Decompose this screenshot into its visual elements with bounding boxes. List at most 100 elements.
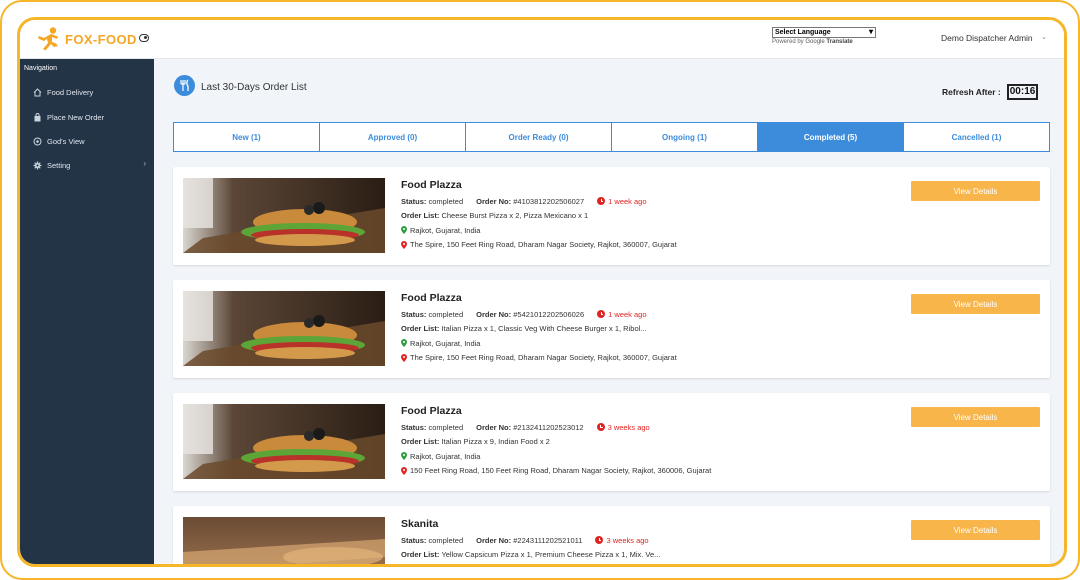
brand-logo[interactable]: FOX-FOOD [34, 26, 137, 52]
restaurant-name: Food Plazza [401, 292, 462, 304]
order-list: Order List: Yellow Capsicum Pizza x 1, P… [401, 548, 660, 563]
sidebar: Navigation Food Delivery Place New Order… [20, 59, 154, 564]
time-ago: 1 week ago [597, 309, 647, 319]
order-meta: Status: completed Order No: #22431112025… [401, 533, 660, 548]
order-meta: Status: completed Order No: #41038122025… [401, 194, 677, 209]
food-image [183, 517, 385, 564]
order-no-value: #4103812202506027 [513, 196, 585, 206]
time-ago: 1 week ago [597, 196, 647, 206]
translate-link[interactable]: Translate [826, 39, 852, 45]
order-no-label: Order No: [476, 535, 512, 545]
status-label: Status: [401, 196, 427, 206]
time-ago-value: 1 week ago [608, 196, 647, 206]
tab-approved[interactable]: Approved (0) [320, 123, 466, 151]
device-frame: FOX-FOOD Select Language Powered by Goog… [0, 0, 1080, 580]
eye-icon [33, 137, 42, 146]
dropoff-address: The Spire, 150 Feet Ring Road, Dharam Na… [410, 240, 677, 250]
view-details-button[interactable]: View Details [911, 520, 1040, 540]
time-ago-value: 3 weeks ago [606, 535, 649, 545]
time-ago: 3 weeks ago [596, 423, 650, 432]
clock-icon [596, 423, 605, 432]
status-label: Status: [401, 309, 427, 319]
refresh-countdown: Refresh After : 00:16 [942, 84, 1039, 100]
pickup-address: Rajkot, Gujarat, India [410, 451, 481, 461]
bag-icon [33, 112, 42, 122]
order-info: Food Plazza Status: completed Order No: … [401, 179, 677, 252]
order-info: Food Plazza Status: completed Order No: … [401, 292, 677, 365]
order-info: Food Plazza Status: completed Order No: … [401, 405, 711, 478]
tab-cancelled[interactable]: Cancelled (1) [904, 123, 1049, 151]
sidebar-item-place-new-order[interactable]: Place New Order [20, 107, 154, 127]
user-menu[interactable]: Demo Dispatcher Admin [941, 33, 1033, 43]
page-title: Last 30-Days Order List [201, 82, 307, 93]
status-label: Status: [401, 422, 427, 432]
sidebar-item-label: Place New Order [47, 112, 105, 122]
pickup-address: Rajkot, Gujarat, India [410, 338, 481, 348]
clock-icon [597, 310, 606, 319]
order-list-value: Italian Pizza x 1, Classic Veg With Chee… [441, 324, 647, 334]
red-pin-icon [401, 353, 407, 362]
tab-new[interactable]: New (1) [174, 123, 320, 151]
tab-ongoing[interactable]: Ongoing (1) [612, 123, 758, 151]
order-card: Food Plazza Status: completed Order No: … [173, 393, 1050, 491]
sidebar-item-label: Food Delivery [47, 87, 94, 97]
order-list-label: Order List: [401, 211, 440, 221]
language-selector: Select Language Powered by Google Transl… [772, 27, 876, 45]
order-no-value: #5421012202506026 [513, 309, 585, 319]
order-number: Order No: #5421012202506026 [476, 310, 584, 319]
main-content: Last 30-Days Order List Refresh After : … [154, 59, 1064, 564]
sidebar-item-setting[interactable]: Setting › [20, 155, 154, 175]
order-list-label: Order List: [401, 324, 440, 334]
status-label: Status: [401, 535, 427, 545]
google-label: Google [805, 39, 825, 45]
green-pin-icon [401, 339, 407, 348]
refresh-label: Refresh After : [942, 87, 1001, 97]
order-card: Food Plazza Status: completed Order No: … [173, 280, 1050, 378]
order-list: Order List: Italian Pizza x 9, Indian Fo… [401, 435, 711, 450]
view-details-button[interactable]: View Details [911, 181, 1040, 201]
status-value: completed [428, 422, 464, 432]
dropoff-location: The Spire, 150 Feet Ring Road, Dharam Na… [401, 351, 677, 366]
order-no-value: #2243111202521011 [513, 535, 583, 545]
dropoff-location: 150 Feet Ring Road, 150 Feet Ring Road, … [401, 464, 711, 479]
order-list-value: Cheese Burst Pizza x 2, Pizza Mexicano x… [441, 211, 589, 221]
sidebar-item-gods-view[interactable]: God's View [20, 131, 154, 151]
food-image [183, 178, 385, 253]
language-select[interactable]: Select Language [772, 27, 876, 38]
red-pin-icon [401, 240, 407, 249]
view-details-button[interactable]: View Details [911, 294, 1040, 314]
order-no-label: Order No: [476, 422, 512, 432]
home-icon [33, 87, 42, 97]
green-pin-icon [401, 452, 407, 461]
powered-by-google: Powered by Google Translate [772, 39, 876, 45]
tab-completed[interactable]: Completed (5) [758, 123, 904, 151]
status-value: completed [428, 535, 464, 545]
clock-icon [597, 197, 606, 206]
view-details-button[interactable]: View Details [911, 407, 1040, 427]
dropoff-address: 150 Feet Ring Road, 150 Feet Ring Road, … [410, 466, 712, 476]
order-list: Order List: Italian Pizza x 1, Classic V… [401, 322, 677, 337]
sidebar-toggle-icon[interactable] [139, 34, 149, 42]
order-no-label: Order No: [476, 196, 512, 206]
time-ago-value: 1 week ago [608, 309, 647, 319]
order-list-label: Order List: [401, 550, 440, 560]
pickup-location: Rajkot, Gujarat, India [401, 449, 711, 464]
restaurant-name: Food Plazza [401, 405, 462, 417]
app-screen: FOX-FOOD Select Language Powered by Goog… [17, 17, 1067, 567]
order-meta: Status: completed Order No: #54210122025… [401, 307, 677, 322]
pickup-location: Rajkot, Gujarat, India [401, 223, 677, 238]
food-image [183, 404, 385, 479]
sidebar-item-food-delivery[interactable]: Food Delivery [20, 82, 154, 102]
order-number: Order No: #2132411202523012 [476, 423, 583, 432]
sidebar-item-label: God's View [47, 136, 85, 146]
brand-name: FOX-FOOD [65, 31, 137, 47]
chevron-down-icon[interactable]: ⌄ [1041, 33, 1047, 41]
tab-order-ready[interactable]: Order Ready (0) [466, 123, 612, 151]
red-pin-icon [401, 466, 407, 475]
green-pin-icon [401, 226, 407, 235]
fork-knife-icon [174, 75, 195, 96]
order-no-value: #2132411202523012 [513, 422, 584, 432]
sidebar-item-label: Setting [47, 160, 71, 170]
restaurant-name: Skanita [401, 518, 439, 530]
order-info: Skanita Status: completed Order No: #224… [401, 518, 660, 562]
